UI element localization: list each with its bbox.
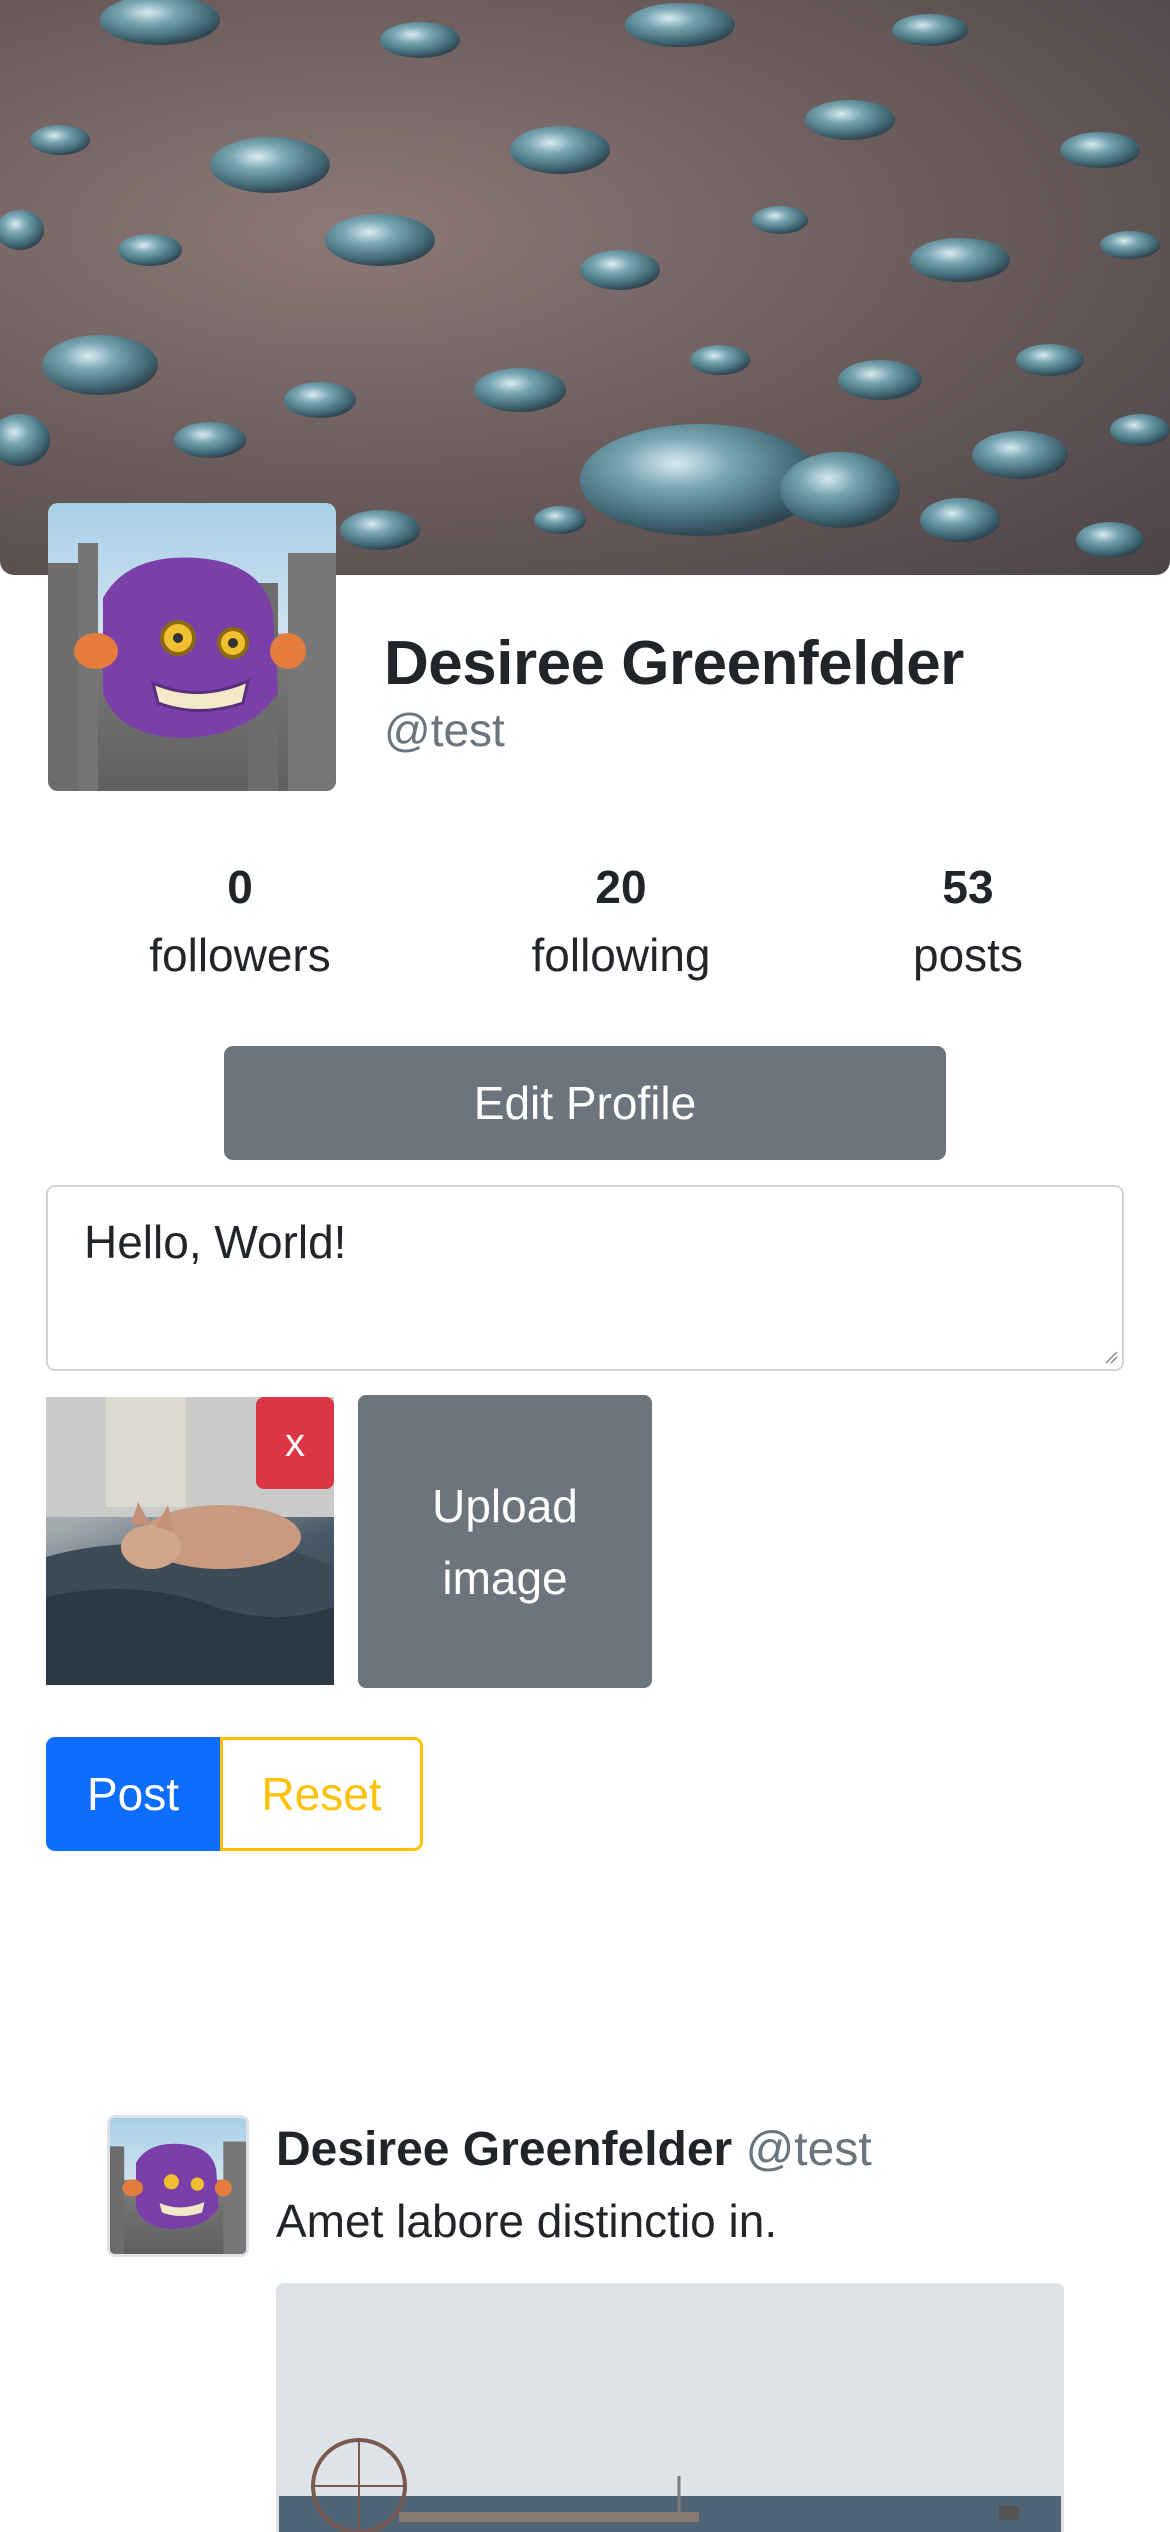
stat-following[interactable]: 20 following bbox=[471, 860, 771, 982]
post-author-avatar[interactable] bbox=[107, 2115, 249, 2257]
profile-avatar bbox=[48, 503, 336, 791]
resize-grip-icon[interactable] bbox=[1104, 1350, 1118, 1364]
cover-photo bbox=[0, 0, 1170, 575]
remove-image-button[interactable]: x bbox=[256, 1397, 334, 1489]
water-droplets-image bbox=[0, 0, 1170, 558]
post-text: Amet labore distinctio in. bbox=[276, 2195, 778, 2247]
stat-value: 20 bbox=[595, 861, 647, 913]
upload-image-button[interactable]: Upload image bbox=[358, 1395, 652, 1688]
stat-value: 53 bbox=[942, 861, 994, 913]
robot-avatar-image bbox=[48, 543, 336, 791]
reset-button[interactable]: Reset bbox=[220, 1737, 423, 1851]
stat-followers[interactable]: 0 followers bbox=[90, 860, 390, 982]
post-author-name: Desiree Greenfelder bbox=[276, 2123, 733, 2176]
stat-label: followers bbox=[149, 929, 331, 981]
post-author[interactable]: Desiree Greenfelder @test bbox=[276, 2122, 872, 2177]
stat-label: posts bbox=[913, 929, 1023, 981]
stat-value: 0 bbox=[227, 861, 253, 913]
stat-posts[interactable]: 53 posts bbox=[818, 860, 1118, 982]
post-author-handle: @test bbox=[745, 2123, 872, 2176]
edit-profile-button[interactable]: Edit Profile bbox=[224, 1046, 946, 1160]
post-image[interactable] bbox=[276, 2283, 1064, 2532]
stat-label: following bbox=[531, 929, 711, 981]
profile-handle: @test bbox=[384, 704, 505, 756]
pier-photo bbox=[279, 2286, 1061, 2532]
post-button[interactable]: Post bbox=[46, 1737, 220, 1851]
robot-avatar-image bbox=[110, 2141, 246, 2254]
post-text-input[interactable]: Hello, World! bbox=[46, 1185, 1124, 1371]
profile-name: Desiree Greenfelder bbox=[384, 629, 964, 698]
